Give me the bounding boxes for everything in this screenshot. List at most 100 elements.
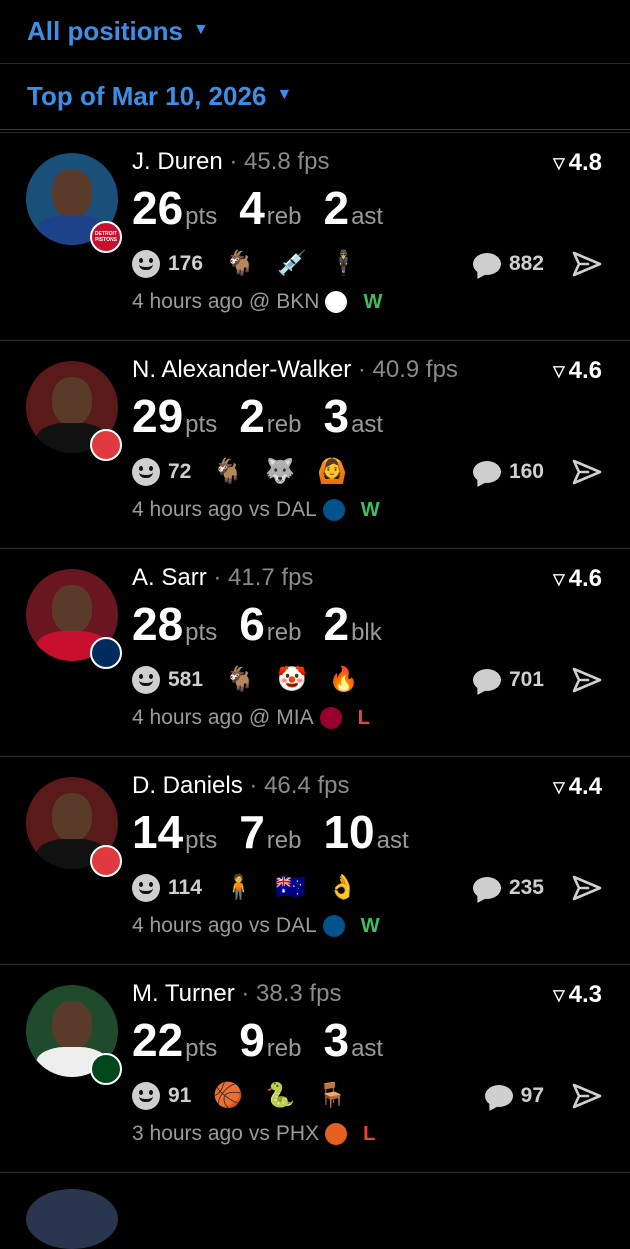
list-item-partial[interactable]	[0, 1173, 630, 1249]
opponent-logo-icon	[319, 707, 342, 729]
stat-value: 6	[239, 598, 265, 650]
reaction-emoji[interactable]: 🔥	[329, 665, 359, 695]
comment-bubble-icon[interactable]	[472, 253, 501, 275]
fantasy-points: 46.4 fps	[264, 772, 350, 799]
rating-value: 4.6	[568, 565, 602, 592]
reaction-emoji[interactable]: 🐐	[213, 457, 243, 487]
player-name[interactable]: D. Daniels	[132, 772, 243, 799]
opponent-logo-icon	[325, 1123, 348, 1145]
stat-label: pts	[185, 411, 218, 438]
reaction-emoji[interactable]: 🕴	[329, 249, 359, 279]
opponent[interactable]: MIA	[276, 706, 313, 730]
send-arrow-icon[interactable]	[572, 666, 602, 694]
game-result: L	[363, 1122, 376, 1145]
stat-label: reb	[266, 203, 302, 230]
smile-icon[interactable]	[132, 874, 160, 902]
reaction-emoji[interactable]: 🧍	[224, 873, 254, 903]
reaction-emoji[interactable]: 🐐	[225, 665, 255, 695]
stat-label: pts	[185, 203, 218, 230]
smile-icon[interactable]	[132, 250, 160, 278]
reaction-emoji[interactable]: 💉	[277, 249, 307, 279]
opponent[interactable]: PHX	[276, 1122, 319, 1146]
game-info: 4 hours ago vs DAL W	[132, 498, 380, 522]
comment-count: 882	[508, 252, 544, 275]
player-card[interactable]: A. Sarr · 41.7 fps ▽ 4.6 28pts 6reb 2blk 58…	[0, 549, 630, 757]
send-arrow-icon[interactable]	[572, 458, 602, 486]
stat-label: reb	[266, 619, 302, 646]
reaction-emoji[interactable]: 🐐	[225, 249, 255, 279]
rating: ▽ 4.6	[553, 357, 602, 385]
reaction-emoji[interactable]: 🏀	[213, 1081, 243, 1111]
player-card[interactable]: N. Alexander-Walker · 40.9 fps ▽ 4.6 29pt…	[0, 341, 630, 549]
timestamp: 4 hours ago	[132, 498, 243, 521]
smile-icon[interactable]	[132, 458, 160, 486]
reaction-row: 176 🐐 💉 🕴 882	[132, 247, 602, 281]
stat-label: reb	[266, 827, 302, 854]
player-feed: DETROIT PISTONS J. Duren · 45.8 fps ▽ 4.8…	[0, 133, 630, 1173]
send-arrow-icon[interactable]	[572, 250, 602, 278]
stat-value: 7	[239, 806, 265, 858]
game-info: 4 hours ago vs DAL W	[132, 914, 380, 938]
player-name[interactable]: A. Sarr	[132, 564, 207, 591]
rating-value: 4.8	[568, 149, 602, 176]
opponent[interactable]: DAL	[276, 498, 317, 522]
stat-label: ast	[376, 827, 409, 854]
send-arrow-icon[interactable]	[572, 1082, 602, 1110]
fantasy-points: 45.8 fps	[244, 148, 330, 175]
player-name[interactable]: J. Duren	[132, 148, 223, 175]
rating-value: 4.4	[568, 773, 602, 800]
stat-value: 29	[132, 390, 184, 442]
opponent[interactable]: DAL	[276, 914, 317, 938]
rating: ▽ 4.8	[553, 149, 602, 177]
player-card[interactable]: D. Daniels · 46.4 fps ▽ 4.4 14pts 7reb 10as…	[0, 757, 630, 965]
reaction-emoji[interactable]: 🤡	[277, 665, 307, 695]
reaction-emoji[interactable]: 🙆	[317, 457, 347, 487]
player-name[interactable]: M. Turner	[132, 980, 235, 1007]
stat-label: pts	[185, 619, 218, 646]
date-filter[interactable]: Top of Mar 10, 2026 ▼	[0, 64, 630, 130]
stat-label: ast	[351, 1035, 384, 1062]
timestamp: 4 hours ago	[132, 706, 243, 729]
venue-indicator: vs	[248, 498, 270, 521]
player-face	[52, 1001, 92, 1049]
stat-line: 22pts 9reb 3ast	[132, 1013, 405, 1067]
team-logo-icon: DETROIT PISTONS	[90, 221, 122, 253]
stat-label: reb	[266, 411, 302, 438]
stat-value: 4	[239, 182, 265, 234]
player-card[interactable]: M. Turner · 38.3 fps ▽ 4.3 22pts 9reb 3ast …	[0, 965, 630, 1173]
comment-bubble-icon[interactable]	[472, 669, 501, 691]
player-name[interactable]: N. Alexander-Walker	[132, 356, 351, 383]
fantasy-points: 40.9 fps	[372, 356, 458, 383]
reaction-emoji[interactable]: 🪑	[317, 1081, 347, 1111]
player-face	[52, 793, 92, 841]
position-filter-label: All positions	[27, 16, 183, 46]
game-result: W	[363, 290, 383, 313]
opponent[interactable]: BKN	[276, 290, 319, 314]
smile-icon[interactable]	[132, 1082, 160, 1110]
stat-value: 3	[323, 1014, 350, 1066]
comment-bubble-icon[interactable]	[472, 461, 501, 483]
stat-value: 2	[239, 390, 265, 442]
reaction-emoji[interactable]: 🐍	[265, 1081, 295, 1111]
reaction-count: 581	[168, 668, 204, 691]
comment-count: 160	[508, 460, 544, 483]
reaction-row: 72 🐐 🐺 🙆 160	[132, 455, 602, 489]
team-logo-icon	[90, 637, 122, 669]
position-filter[interactable]: All positions ▼	[0, 0, 630, 64]
caret-down-icon: ▼	[276, 85, 293, 103]
game-info: 3 hours ago vs PHX L	[132, 1122, 375, 1146]
stat-value: 2	[323, 182, 350, 234]
reaction-emoji[interactable]: 🇦🇺	[276, 873, 306, 903]
reaction-emoji[interactable]: 🐺	[265, 457, 295, 487]
opponent-logo-icon	[322, 915, 345, 937]
separator: ·	[249, 772, 258, 799]
comment-bubble-icon[interactable]	[484, 1085, 513, 1107]
venue-indicator: @	[248, 706, 271, 729]
reaction-emoji[interactable]: 👌	[328, 873, 358, 903]
send-arrow-icon[interactable]	[572, 874, 602, 902]
player-card[interactable]: DETROIT PISTONS J. Duren · 45.8 fps ▽ 4.8…	[0, 133, 630, 341]
comment-bubble-icon[interactable]	[472, 877, 501, 899]
stat-value: 26	[132, 182, 184, 234]
separator: ·	[213, 564, 222, 591]
smile-icon[interactable]	[132, 666, 160, 694]
